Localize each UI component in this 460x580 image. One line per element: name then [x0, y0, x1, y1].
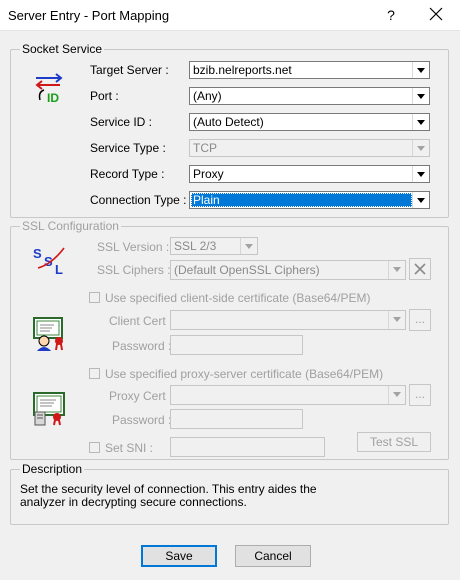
ssl-version-value: SSL 2/3 [174, 239, 217, 253]
sni-input [170, 437, 325, 457]
test-ssl-button: Test SSL [357, 432, 431, 452]
port-label: Port : [90, 89, 119, 103]
chevron-down-icon[interactable] [412, 192, 429, 208]
client-cert-browse-button: ... [409, 309, 431, 331]
ssl-ciphers-value: (Default OpenSSL Ciphers) [174, 263, 320, 277]
client-password-label: Password : [112, 339, 172, 353]
proxy-password-label: Password : [112, 413, 172, 427]
service-id-value: (Auto Detect) [193, 115, 264, 129]
service-type-value: TCP [193, 141, 217, 155]
port-combo[interactable]: (Any) [189, 87, 430, 105]
record-type-label: Record Type : [90, 167, 165, 181]
client-cert-label: Client Cert : [109, 314, 173, 328]
client-cert-checkbox [89, 292, 100, 303]
set-sni-label: Set SNI : [105, 441, 154, 455]
set-sni-checkbox [89, 442, 100, 453]
chevron-down-icon [388, 261, 405, 279]
description-text-line-2: analyzer in decrypting secure connection… [20, 495, 247, 509]
client-cert-combo [170, 310, 406, 330]
ssl-ciphers-label: SSL Ciphers : [97, 263, 171, 277]
proxy-password-input [170, 409, 303, 429]
save-button[interactable]: Save [141, 545, 217, 567]
connection-type-combo[interactable]: Plain [189, 191, 430, 209]
client-certificate-icon [32, 315, 68, 351]
service-id-label: Service ID : [90, 115, 153, 129]
chevron-down-icon [388, 311, 405, 329]
service-type-label: Service Type : [90, 141, 166, 155]
proxy-cert-combo [170, 385, 406, 405]
svg-text:S: S [33, 246, 42, 261]
chevron-down-icon [412, 140, 429, 156]
ssl-version-label: SSL Version : [97, 240, 170, 254]
proxy-cert-browse-button: ... [409, 384, 431, 406]
svg-text:L: L [55, 262, 63, 276]
help-button[interactable]: ? [380, 4, 402, 26]
service-type-combo: TCP [189, 139, 430, 157]
svg-text:ID: ID [47, 91, 59, 104]
client-password-input [170, 335, 303, 355]
proxy-cert-checkbox [89, 368, 100, 379]
port-value: (Any) [193, 89, 222, 103]
chevron-down-icon[interactable] [412, 88, 429, 104]
clear-ciphers-button [409, 258, 431, 280]
ssl-icon: S S L [32, 244, 68, 277]
cancel-button[interactable]: Cancel [235, 545, 311, 567]
ssl-configuration-legend: SSL Configuration [20, 219, 121, 233]
proxy-cert-checkbox-label: Use specified proxy-server certificate (… [105, 367, 384, 381]
client-cert-checkbox-label: Use specified client-side certificate (B… [105, 291, 371, 305]
ssl-ciphers-combo: (Default OpenSSL Ciphers) [170, 260, 406, 280]
network-id-icon: ID [34, 72, 64, 105]
service-id-combo[interactable]: (Auto Detect) [189, 113, 430, 131]
description-text-line-1: Set the security level of connection. Th… [20, 482, 317, 496]
target-server-label: Target Server : [90, 63, 169, 77]
record-type-value: Proxy [193, 167, 224, 181]
socket-service-legend: Socket Service [20, 42, 105, 56]
chevron-down-icon[interactable] [412, 166, 429, 182]
connection-type-value: Plain [191, 193, 412, 207]
chevron-down-icon [388, 386, 405, 404]
record-type-combo[interactable]: Proxy [189, 165, 430, 183]
description-legend: Description [20, 462, 85, 476]
close-button[interactable] [424, 4, 448, 26]
ssl-version-combo: SSL 2/3 [170, 237, 258, 255]
chevron-down-icon[interactable] [412, 114, 429, 130]
connection-type-label: Connection Type : [90, 193, 187, 207]
target-server-value: bzib.nelreports.net [193, 63, 292, 77]
close-icon [414, 263, 426, 275]
chevron-down-icon[interactable] [412, 62, 429, 78]
window-title: Server Entry - Port Mapping [8, 8, 170, 23]
chevron-down-icon [240, 238, 257, 254]
proxy-cert-label: Proxy Cert : [109, 389, 173, 403]
server-certificate-icon [32, 390, 68, 426]
target-server-combo[interactable]: bzib.nelreports.net [189, 61, 430, 79]
close-icon [429, 7, 443, 21]
